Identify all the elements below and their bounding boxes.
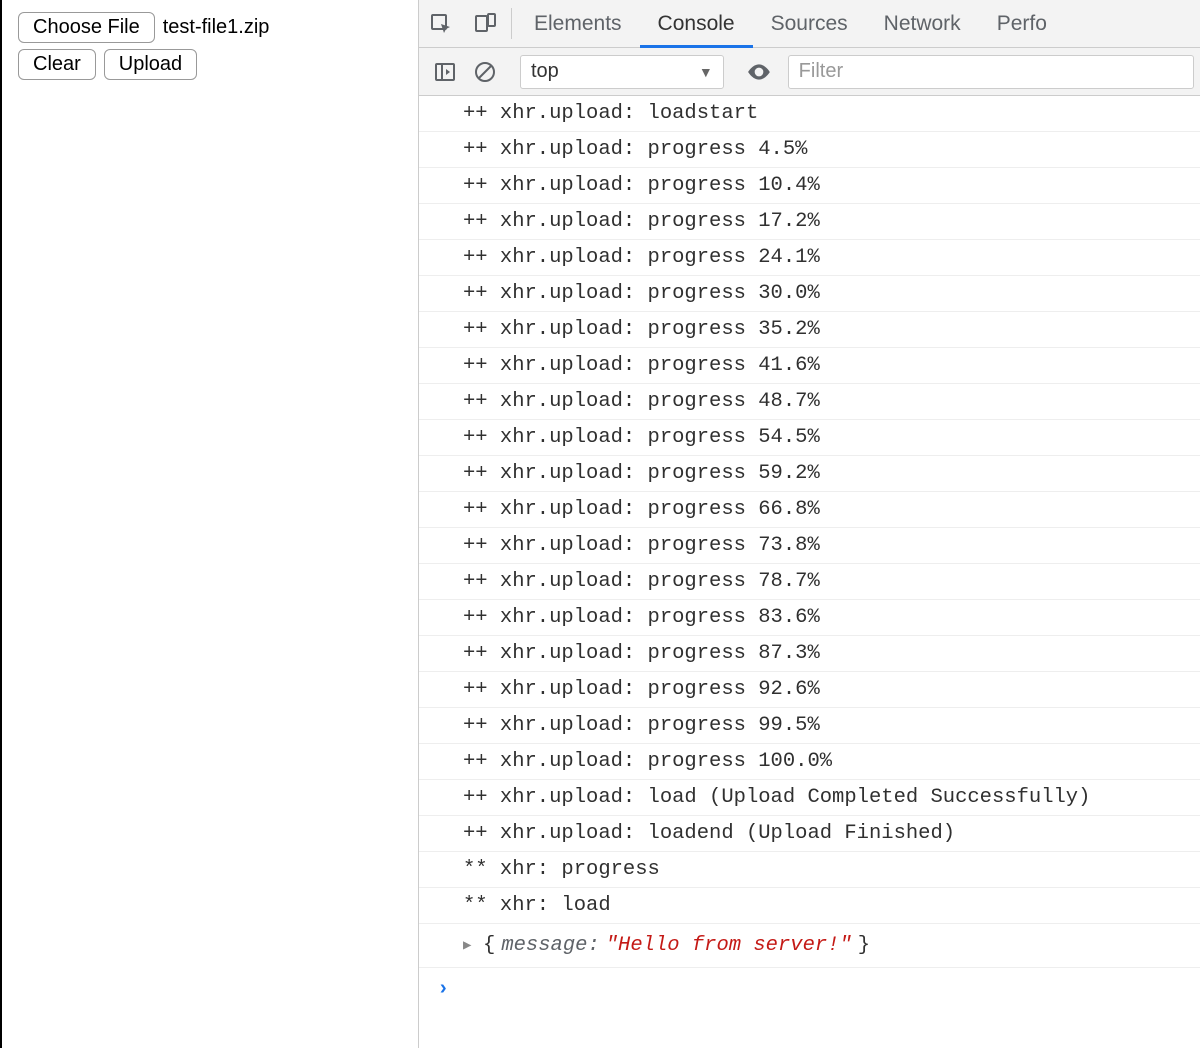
console-log-row[interactable]: ++ xhr.upload: progress 4.5% bbox=[419, 132, 1200, 168]
context-label: top bbox=[531, 60, 559, 83]
chevron-down-icon: ▼ bbox=[699, 64, 713, 80]
console-log-row[interactable]: ++ xhr.upload: progress 92.6% bbox=[419, 672, 1200, 708]
selected-filename: test-file1.zip bbox=[163, 16, 270, 39]
tab-network[interactable]: Network bbox=[866, 0, 979, 47]
console-log-row[interactable]: ** xhr: progress bbox=[419, 852, 1200, 888]
clear-console-icon[interactable] bbox=[465, 60, 505, 84]
tab-console[interactable]: Console bbox=[640, 0, 753, 47]
console-log-row[interactable]: ** xhr: load bbox=[419, 888, 1200, 924]
console-log-row[interactable]: ++ xhr.upload: progress 10.4% bbox=[419, 168, 1200, 204]
choose-file-button[interactable]: Choose File bbox=[18, 12, 155, 43]
console-log-row[interactable]: ++ xhr.upload: progress 78.7% bbox=[419, 564, 1200, 600]
upload-button[interactable]: Upload bbox=[104, 49, 197, 80]
disclosure-triangle-icon[interactable]: ▶ bbox=[463, 937, 477, 954]
page-content: Choose File test-file1.zip Clear Upload bbox=[0, 0, 418, 1048]
console-log-row[interactable]: ++ xhr.upload: progress 73.8% bbox=[419, 528, 1200, 564]
console-log-area[interactable]: ++ xhr.upload: loadstart++ xhr.upload: p… bbox=[419, 96, 1200, 1048]
device-toolbar-icon[interactable] bbox=[463, 0, 507, 47]
tab-elements[interactable]: Elements bbox=[516, 0, 640, 47]
console-log-row[interactable]: ++ xhr.upload: progress 99.5% bbox=[419, 708, 1200, 744]
console-log-row[interactable]: ++ xhr.upload: progress 17.2% bbox=[419, 204, 1200, 240]
tab-sources[interactable]: Sources bbox=[753, 0, 866, 47]
object-value: "Hello from server!" bbox=[606, 934, 852, 957]
console-log-row[interactable]: ++ xhr.upload: progress 83.6% bbox=[419, 600, 1200, 636]
clear-button[interactable]: Clear bbox=[18, 49, 96, 80]
console-log-row[interactable]: ++ xhr.upload: progress 24.1% bbox=[419, 240, 1200, 276]
console-toolbar: top ▼ bbox=[419, 48, 1200, 96]
console-log-row[interactable]: ++ xhr.upload: loadstart bbox=[419, 96, 1200, 132]
console-log-row[interactable]: ++ xhr.upload: progress 100.0% bbox=[419, 744, 1200, 780]
tab-performance[interactable]: Perfo bbox=[979, 0, 1065, 47]
sidebar-toggle-icon[interactable] bbox=[425, 60, 465, 84]
inspect-element-icon[interactable] bbox=[419, 0, 463, 47]
devtools-tabs: Elements Console Sources Network Perfo bbox=[419, 0, 1200, 48]
console-log-row[interactable]: ++ xhr.upload: loadend (Upload Finished) bbox=[419, 816, 1200, 852]
devtools-panel: Elements Console Sources Network Perfo t… bbox=[418, 0, 1200, 1048]
console-log-row[interactable]: ++ xhr.upload: progress 59.2% bbox=[419, 456, 1200, 492]
console-log-row[interactable]: ++ xhr.upload: progress 48.7% bbox=[419, 384, 1200, 420]
console-log-row[interactable]: ++ xhr.upload: load (Upload Completed Su… bbox=[419, 780, 1200, 816]
filter-input[interactable] bbox=[788, 55, 1194, 89]
console-prompt[interactable]: › bbox=[419, 968, 1200, 1011]
console-log-row[interactable]: ++ xhr.upload: progress 54.5% bbox=[419, 420, 1200, 456]
console-object-log[interactable]: ▶ { message: "Hello from server!" } bbox=[419, 924, 1200, 968]
object-key: message: bbox=[501, 934, 599, 957]
separator bbox=[511, 8, 512, 39]
console-log-row[interactable]: ++ xhr.upload: progress 66.8% bbox=[419, 492, 1200, 528]
console-log-row[interactable]: ++ xhr.upload: progress 30.0% bbox=[419, 276, 1200, 312]
execution-context-select[interactable]: top ▼ bbox=[520, 55, 724, 89]
console-log-row[interactable]: ++ xhr.upload: progress 41.6% bbox=[419, 348, 1200, 384]
console-log-row[interactable]: ++ xhr.upload: progress 35.2% bbox=[419, 312, 1200, 348]
console-log-row[interactable]: ++ xhr.upload: progress 87.3% bbox=[419, 636, 1200, 672]
live-expression-icon[interactable] bbox=[739, 59, 779, 85]
